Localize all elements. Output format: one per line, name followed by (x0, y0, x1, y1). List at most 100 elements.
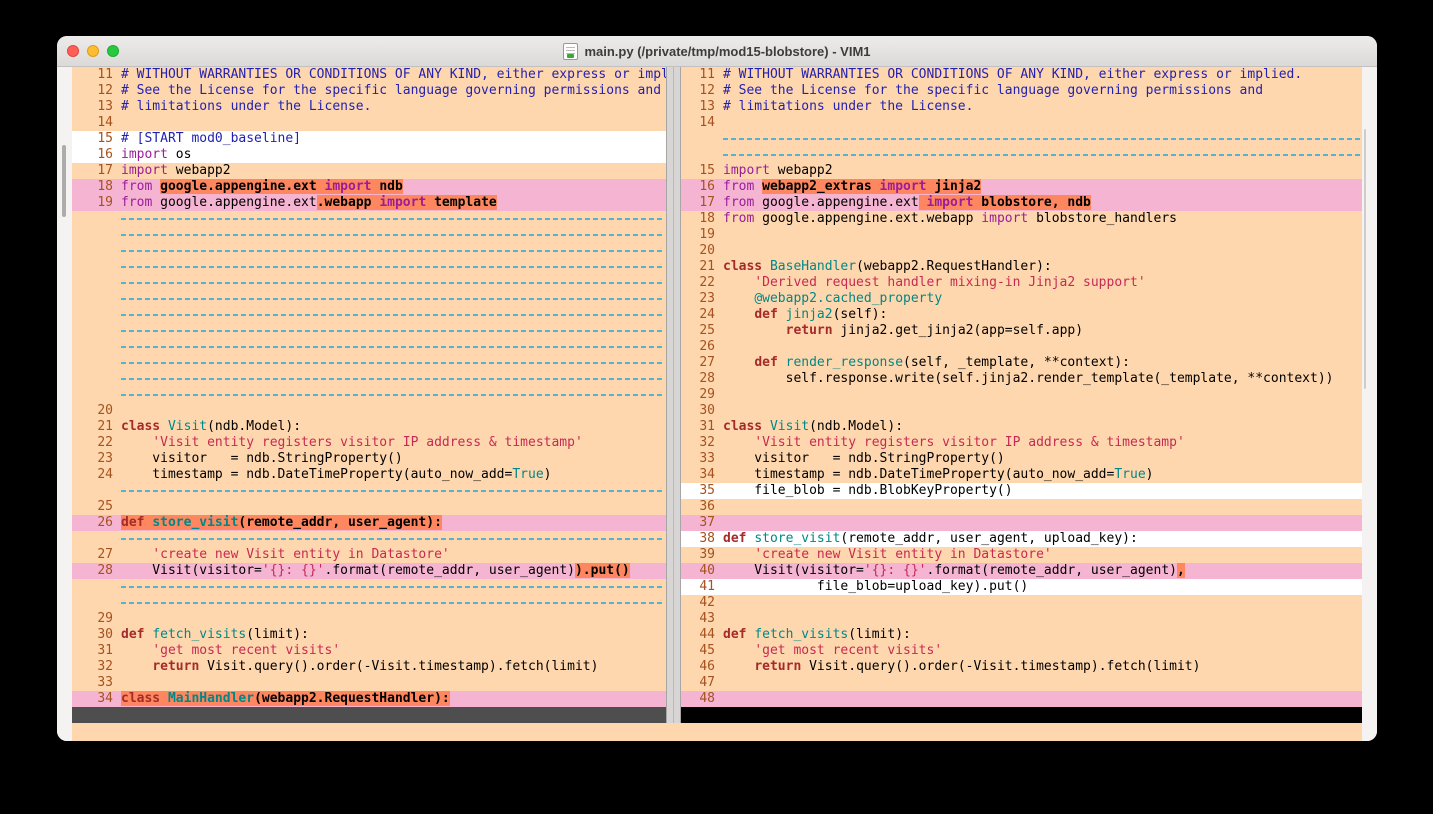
code-row[interactable]: 27 'create new Visit entity in Datastore… (72, 547, 666, 563)
code-row[interactable]: 23 @webapp2.cached_property (681, 291, 1362, 307)
code-row[interactable]: 31class Visit(ndb.Model): (681, 419, 1362, 435)
code-row[interactable]: 14 (681, 115, 1362, 131)
code-text (121, 307, 666, 323)
code-text (723, 515, 1362, 531)
code-row[interactable] (72, 259, 666, 275)
code-row[interactable]: 14 (72, 115, 666, 131)
code-row[interactable]: 17import webapp2 (72, 163, 666, 179)
code-row[interactable] (72, 483, 666, 499)
code-row[interactable] (72, 595, 666, 611)
code-row[interactable]: 47 (681, 675, 1362, 691)
code-row[interactable]: 26 (681, 339, 1362, 355)
code-row[interactable]: 24 timestamp = ndb.DateTimeProperty(auto… (72, 467, 666, 483)
right-scrollbar[interactable] (1362, 67, 1377, 723)
right-statusline[interactable]: mod15-blobstore/main.py (681, 707, 1362, 723)
code-row[interactable]: 27 def render_response(self, _template, … (681, 355, 1362, 371)
code-row[interactable]: 33 visitor = ndb.StringProperty() (681, 451, 1362, 467)
code-text (121, 275, 666, 291)
code-row[interactable]: 41 file_blob=upload_key).put() (681, 579, 1362, 595)
code-row[interactable]: 32 return Visit.query().order(-Visit.tim… (72, 659, 666, 675)
titlebar[interactable]: main.py (/private/tmp/mod15-blobstore) -… (57, 36, 1377, 67)
code-row[interactable] (72, 291, 666, 307)
code-row[interactable]: 13# limitations under the License. (681, 99, 1362, 115)
code-row[interactable]: 18from google.appengine.ext.webapp impor… (681, 211, 1362, 227)
code-row[interactable] (72, 275, 666, 291)
zoom-button[interactable] (107, 45, 119, 57)
close-button[interactable] (67, 45, 79, 57)
pane-separator[interactable] (666, 67, 681, 723)
code-text: # See the License for the specific langu… (723, 83, 1362, 99)
code-row[interactable] (72, 371, 666, 387)
code-row[interactable]: 30 (681, 403, 1362, 419)
code-row[interactable]: 29 (72, 611, 666, 627)
code-row[interactable] (72, 323, 666, 339)
code-row[interactable]: 32 'Visit entity registers visitor IP ad… (681, 435, 1362, 451)
code-row[interactable]: 42 (681, 595, 1362, 611)
code-row[interactable]: 26def store_visit(remote_addr, user_agen… (72, 515, 666, 531)
code-row[interactable]: 36 (681, 499, 1362, 515)
code-row[interactable] (72, 339, 666, 355)
code-row[interactable]: 19 (681, 227, 1362, 243)
code-row[interactable]: 15import webapp2 (681, 163, 1362, 179)
code-row[interactable]: 13# limitations under the License. (72, 99, 666, 115)
code-row[interactable]: 31 'get most recent visits' (72, 643, 666, 659)
right-pane-rows[interactable]: 11# WITHOUT WARRANTIES OR CONDITIONS OF … (681, 67, 1362, 707)
code-row[interactable]: 46 return Visit.query().order(-Visit.tim… (681, 659, 1362, 675)
code-row[interactable]: 28 Visit(visitor='{}: {}'.format(remote_… (72, 563, 666, 579)
code-row[interactable]: 20 (681, 243, 1362, 259)
code-text (723, 339, 1362, 355)
code-row[interactable]: 23 visitor = ndb.StringProperty() (72, 451, 666, 467)
code-row[interactable]: 33 (72, 675, 666, 691)
code-row[interactable]: 17from google.appengine.ext import blobs… (681, 195, 1362, 211)
code-row[interactable]: 22 'Derived request handler mixing-in Ji… (681, 275, 1362, 291)
code-row[interactable]: 25 (72, 499, 666, 515)
code-row[interactable]: 43 (681, 611, 1362, 627)
code-row[interactable]: 38def store_visit(remote_addr, user_agen… (681, 531, 1362, 547)
code-row[interactable]: 45 'get most recent visits' (681, 643, 1362, 659)
code-row[interactable]: 16from webapp2_extras import jinja2 (681, 179, 1362, 195)
code-row[interactable] (72, 387, 666, 403)
code-row[interactable]: 20 (72, 403, 666, 419)
code-row[interactable]: 24 def jinja2(self): (681, 307, 1362, 323)
code-row[interactable]: 22 'Visit entity registers visitor IP ad… (72, 435, 666, 451)
code-row[interactable] (72, 531, 666, 547)
code-row[interactable]: 15# [START mod0_baseline] (72, 131, 666, 147)
code-row[interactable] (72, 355, 666, 371)
code-row[interactable] (681, 147, 1362, 163)
code-row[interactable]: 34class MainHandler(webapp2.RequestHandl… (72, 691, 666, 707)
code-row[interactable]: 37 (681, 515, 1362, 531)
right-pane[interactable]: 11# WITHOUT WARRANTIES OR CONDITIONS OF … (681, 67, 1362, 723)
code-row[interactable]: 35 file_blob = ndb.BlobKeyProperty() (681, 483, 1362, 499)
code-row[interactable]: 29 (681, 387, 1362, 403)
command-line[interactable] (72, 723, 1362, 741)
code-row[interactable] (72, 307, 666, 323)
code-row[interactable]: 21class BaseHandler(webapp2.RequestHandl… (681, 259, 1362, 275)
code-row[interactable]: 11# WITHOUT WARRANTIES OR CONDITIONS OF … (681, 67, 1362, 83)
left-pane-rows[interactable]: 11# WITHOUT WARRANTIES OR CONDITIONS OF … (72, 67, 666, 707)
line-number: 12 (681, 83, 723, 99)
code-row[interactable]: 21class Visit(ndb.Model): (72, 419, 666, 435)
code-row[interactable]: 34 timestamp = ndb.DateTimeProperty(auto… (681, 467, 1362, 483)
code-row[interactable]: 40 Visit(visitor='{}: {}'.format(remote_… (681, 563, 1362, 579)
code-row[interactable]: 44def fetch_visits(limit): (681, 627, 1362, 643)
code-row[interactable]: 12# See the License for the specific lan… (72, 83, 666, 99)
code-row[interactable]: 30def fetch_visits(limit): (72, 627, 666, 643)
code-row[interactable] (72, 211, 666, 227)
code-row[interactable]: 25 return jinja2.get_jinja2(app=self.app… (681, 323, 1362, 339)
left-statusline[interactable]: mod0-baseline/main.py (72, 707, 666, 723)
code-row[interactable]: 12# See the License for the specific lan… (681, 83, 1362, 99)
code-row[interactable]: 16import os (72, 147, 666, 163)
code-row[interactable] (681, 131, 1362, 147)
minimize-button[interactable] (87, 45, 99, 57)
code-row[interactable]: 11# WITHOUT WARRANTIES OR CONDITIONS OF … (72, 67, 666, 83)
code-row[interactable] (72, 227, 666, 243)
left-pane[interactable]: 11# WITHOUT WARRANTIES OR CONDITIONS OF … (72, 67, 666, 723)
code-row[interactable]: 28 self.response.write(self.jinja2.rende… (681, 371, 1362, 387)
code-row[interactable]: 18from google.appengine.ext import ndb (72, 179, 666, 195)
code-row[interactable]: 39 'create new Visit entity in Datastore… (681, 547, 1362, 563)
code-row[interactable] (72, 243, 666, 259)
left-scrollbar[interactable] (57, 67, 72, 723)
code-row[interactable]: 19from google.appengine.ext.webapp impor… (72, 195, 666, 211)
code-row[interactable] (72, 579, 666, 595)
code-row[interactable]: 48 (681, 691, 1362, 707)
